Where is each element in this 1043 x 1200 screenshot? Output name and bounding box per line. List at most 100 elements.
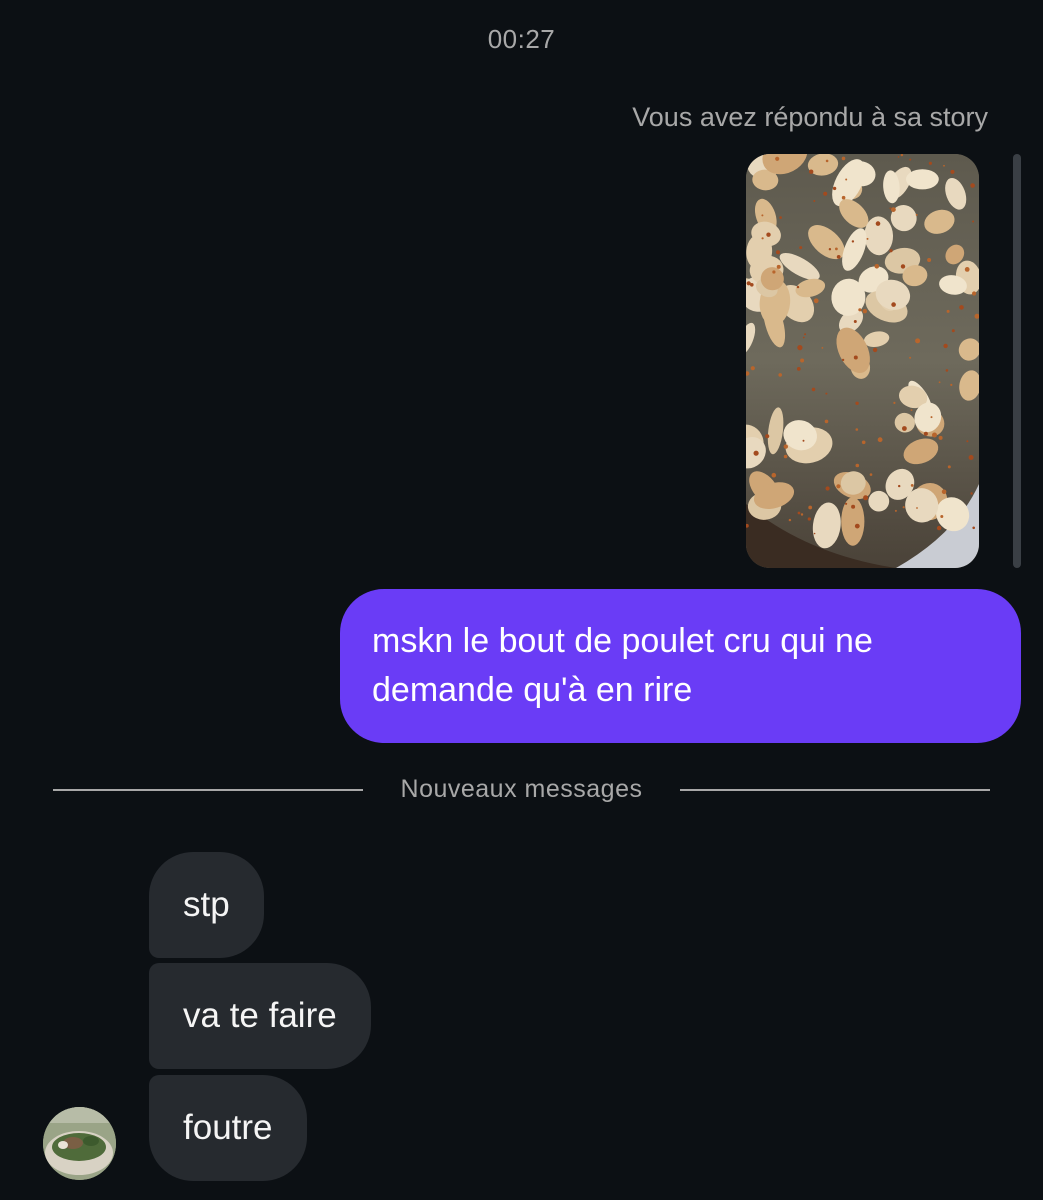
- spice-speck: [813, 298, 819, 304]
- spice-speck: [836, 255, 841, 259]
- spice-speck: [866, 237, 869, 240]
- spice-speck: [973, 155, 976, 157]
- spice-speck: [930, 416, 933, 419]
- spice-speck: [947, 465, 951, 469]
- spice-speck: [968, 455, 974, 460]
- spice-speck: [809, 169, 814, 174]
- spice-speck: [910, 409, 913, 411]
- spice-speck: [970, 492, 973, 495]
- spice-speck: [945, 369, 949, 372]
- sender-avatar[interactable]: [43, 1107, 116, 1180]
- spice-speck: [845, 502, 848, 505]
- spice-speck: [836, 484, 841, 489]
- spice-speck: [821, 347, 824, 349]
- spice-speck: [959, 305, 964, 310]
- spice-speck: [802, 336, 805, 339]
- spice-speck: [943, 164, 945, 167]
- spice-speck: [828, 248, 832, 251]
- spice-speck: [858, 308, 862, 312]
- spice-speck: [927, 258, 932, 262]
- sent-message-bubble[interactable]: mskn le bout de poulet cru qui ne demand…: [340, 589, 1021, 743]
- spice-speck: [851, 504, 856, 509]
- spice-speck: [753, 450, 759, 456]
- story-thumbnail[interactable]: [746, 154, 979, 568]
- spice-speck: [825, 486, 830, 491]
- spice-speck: [841, 156, 846, 161]
- spice-speck: [897, 156, 900, 158]
- spice-speck: [807, 517, 811, 521]
- spice-speck: [799, 246, 803, 250]
- received-message-bubble[interactable]: stp: [149, 852, 264, 958]
- spice-speck: [775, 156, 780, 161]
- spice-speck: [915, 338, 921, 344]
- spice-speck: [813, 200, 816, 202]
- spice-speck: [928, 161, 932, 165]
- spice-speck: [938, 381, 941, 384]
- spice-speck: [889, 207, 892, 209]
- spice-speck: [855, 401, 859, 405]
- spice-speck: [965, 154, 969, 157]
- spice-speck: [900, 154, 904, 157]
- spice-speck: [841, 195, 846, 200]
- spice-speck: [808, 505, 813, 510]
- spice-speck: [910, 484, 914, 487]
- spice-speck: [824, 419, 829, 424]
- spice-speck: [861, 440, 866, 445]
- spice-speck: [854, 523, 860, 529]
- spice-speck: [877, 437, 883, 443]
- spice-speck: [940, 515, 944, 518]
- spice-speck: [951, 329, 955, 333]
- chicken-piece: [906, 169, 939, 190]
- spice-speck: [936, 525, 942, 531]
- scrollbar[interactable]: [1013, 154, 1021, 568]
- spice-speck: [863, 495, 869, 501]
- spice-speck: [802, 439, 805, 442]
- spice-speck: [874, 264, 880, 269]
- spice-speck: [778, 373, 782, 377]
- spice-speck: [900, 264, 906, 269]
- spice-speck: [800, 513, 804, 516]
- spice-speck: [950, 383, 953, 386]
- spice-speck: [761, 237, 764, 240]
- spice-speck: [972, 291, 977, 296]
- spice-speck: [889, 249, 893, 253]
- spice-speck: [938, 435, 943, 440]
- spice-speck: [783, 444, 788, 449]
- spice-speck: [783, 454, 788, 459]
- spice-speck: [909, 158, 912, 161]
- spice-speck: [966, 440, 969, 443]
- spice-speck: [898, 484, 901, 488]
- spice-speck: [804, 333, 807, 336]
- spice-speck: [853, 355, 858, 360]
- spice-speck: [894, 509, 897, 512]
- timestamp: 00:27: [487, 24, 556, 54]
- spice-speck: [923, 431, 928, 436]
- spice-speck: [746, 281, 751, 286]
- spice-speck: [796, 367, 801, 371]
- spice-speck: [902, 506, 905, 509]
- spice-speck: [845, 178, 848, 181]
- spice-speck: [766, 232, 771, 237]
- spice-speck: [902, 426, 907, 431]
- spice-speck: [797, 511, 801, 515]
- spice-speck: [825, 159, 829, 163]
- spice-speck: [772, 270, 776, 274]
- spice-speck: [869, 473, 873, 476]
- received-message-bubble[interactable]: foutre: [149, 1075, 307, 1181]
- spice-speck: [832, 186, 837, 191]
- spice-speck: [943, 343, 948, 349]
- spice-speck: [932, 432, 937, 438]
- spice-speck: [875, 221, 881, 226]
- spice-speck: [823, 191, 828, 196]
- spice-speck: [841, 358, 845, 362]
- spice-speck: [891, 207, 896, 212]
- spice-speck: [800, 358, 805, 363]
- spice-speck: [964, 267, 970, 272]
- spice-speck: [811, 387, 816, 392]
- spice-speck: [862, 309, 867, 314]
- spice-speck: [851, 240, 855, 243]
- received-message-bubble[interactable]: va te faire: [149, 963, 371, 1069]
- spice-speck: [916, 507, 918, 509]
- spice-speck: [970, 183, 975, 188]
- spice-speck: [941, 489, 947, 495]
